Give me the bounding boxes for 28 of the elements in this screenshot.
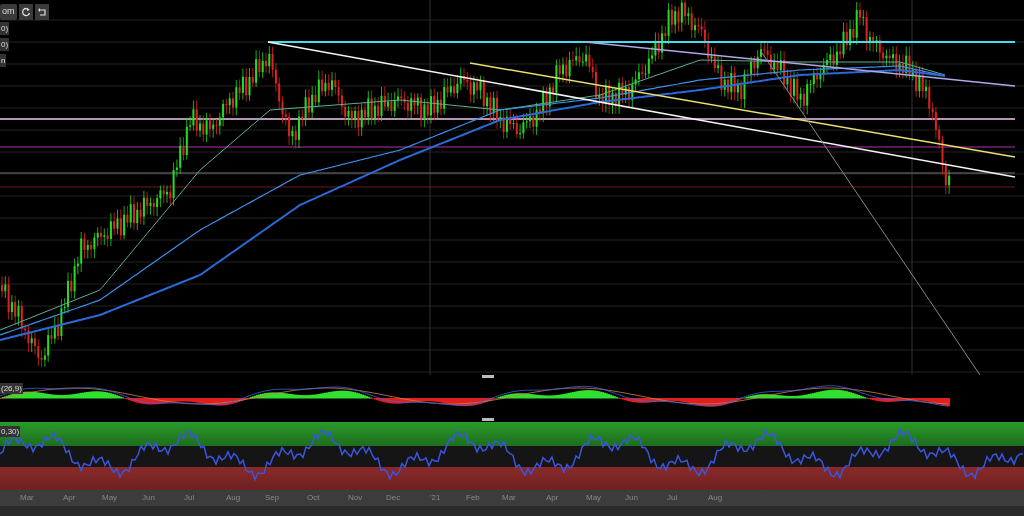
axis-label: Aug	[226, 493, 241, 503]
axis-label: Mar	[20, 493, 34, 503]
zoom-button[interactable]: om	[0, 4, 17, 20]
axis-label: Nov	[348, 493, 363, 503]
panel-resize-handle[interactable]	[482, 375, 494, 378]
axis-label: '21	[430, 493, 441, 503]
panel-resize-handle[interactable]	[482, 418, 494, 421]
axis-label: May	[102, 493, 118, 503]
undo-icon[interactable]	[34, 4, 49, 20]
axis-label: Feb	[466, 493, 480, 503]
axis-label: Apr	[546, 493, 559, 503]
axis-label: Sep	[265, 493, 280, 503]
indicator-label: 0)	[0, 22, 10, 35]
indicator-label: n	[0, 54, 7, 67]
refresh-icon[interactable]	[18, 4, 33, 20]
indicator-label: 0)	[0, 38, 10, 51]
axis-label: Jun	[142, 493, 155, 503]
axis-label: Apr	[63, 493, 76, 503]
axis-label: Aug	[708, 493, 723, 503]
axis-label: Jul	[184, 493, 195, 503]
axis-label: Jun	[625, 493, 638, 503]
axis-label: May	[586, 493, 602, 503]
axis-label: Jul	[667, 493, 678, 503]
axis-label: Oct	[307, 493, 320, 503]
axis-label: Mar	[502, 493, 516, 503]
macd-label: (26,9)	[0, 383, 23, 394]
rsi-label: 0,30)	[0, 426, 21, 437]
axis-label: Dec	[386, 493, 401, 503]
